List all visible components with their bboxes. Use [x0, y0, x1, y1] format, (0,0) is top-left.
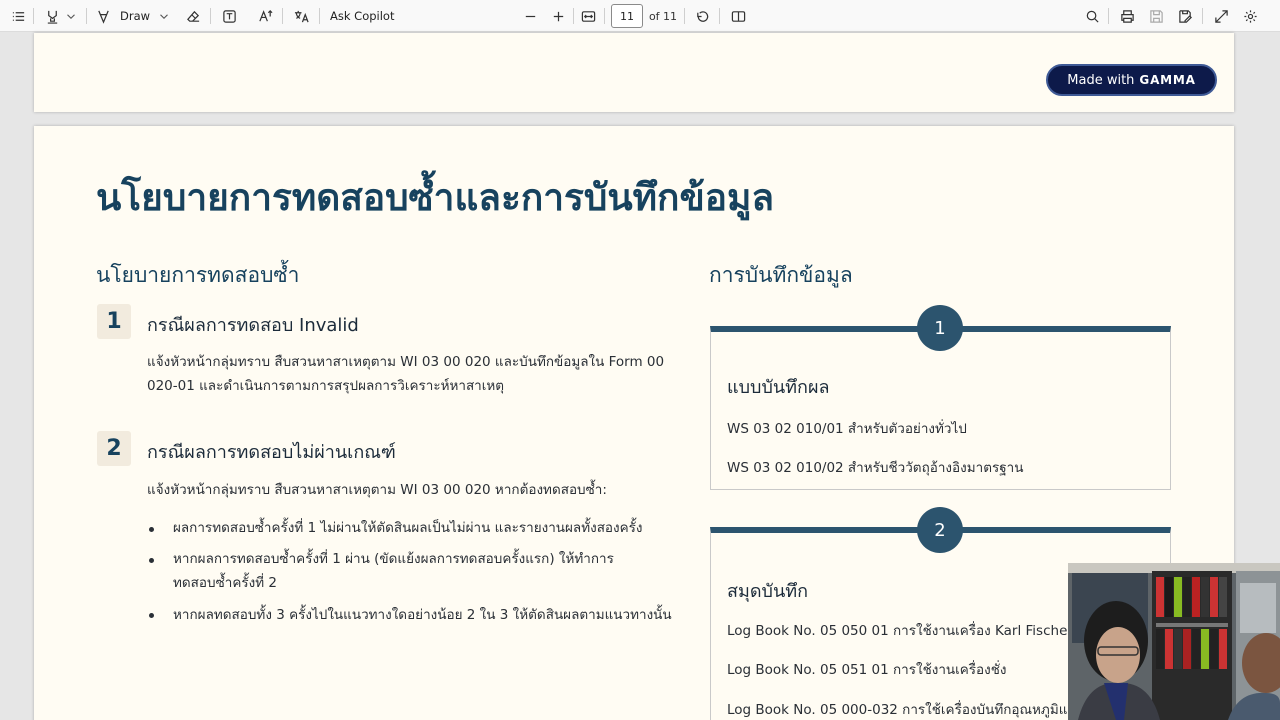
draw-label: Draw — [120, 9, 151, 23]
contents-button[interactable] — [8, 5, 28, 27]
case-1-number: 1 — [97, 304, 131, 339]
page-number-input[interactable]: 11 — [611, 4, 643, 28]
pdf-page-previous: Made with GAMMA — [34, 33, 1234, 112]
case-2-bullet-3: หากผลทดสอบทั้ง 3 ครั้งไปในแนวทางใดอย่างน… — [173, 607, 672, 623]
bullet-dot — [149, 558, 154, 563]
card-2-number: 2 — [917, 507, 963, 553]
webcam-scene — [1068, 563, 1280, 720]
card-1-number: 1 — [917, 305, 963, 351]
pdf-page-current: นโยบายการทดสอบซ้ำและการบันทึกข้อมูล นโยบ… — [34, 126, 1234, 720]
save-edit-icon — [1178, 9, 1192, 23]
two-page-icon — [731, 10, 745, 22]
zoom-out-button[interactable] — [521, 5, 539, 27]
fit-page-button[interactable] — [578, 5, 598, 27]
add-text-button[interactable] — [219, 5, 239, 27]
card-1-line-1: WS 03 02 010/01 สำหรับตัวอย่างทั่วไป — [727, 421, 967, 437]
rotate-icon — [696, 10, 708, 22]
highlight-button[interactable] — [42, 5, 62, 27]
card-1-title: แบบบันทึกผล — [727, 377, 830, 398]
case-2-body: แจ้งหัวหน้ากลุ่มทราบ สืบสวนหาสาเหตุตาม W… — [147, 482, 607, 498]
bullet-dot — [149, 613, 154, 618]
case-2-number: 2 — [97, 431, 131, 466]
pdf-toolbar: Draw Ask Copilot 11 of 11 — [0, 0, 1280, 32]
translate-button[interactable] — [291, 5, 311, 27]
text-box-icon — [222, 9, 236, 23]
chevron-down-icon — [67, 13, 75, 19]
ask-copilot-label: Ask Copilot — [330, 9, 395, 23]
slide-title: นโยบายการทดสอบซ้ำและการบันทึกข้อมูล — [96, 176, 775, 219]
badge-made-with: Made with — [1067, 72, 1135, 88]
rotate-button[interactable] — [692, 5, 712, 27]
webcam-overlay — [1068, 563, 1280, 720]
read-aloud-button[interactable] — [255, 5, 275, 27]
search-button[interactable] — [1082, 5, 1102, 27]
search-icon — [1086, 10, 1099, 23]
erase-button[interactable] — [184, 5, 202, 27]
card-1-line-2: WS 03 02 010/02 สำหรับชีววัตถุอ้างอิงมาต… — [727, 460, 1024, 476]
card-2-line-2: Log Book No. 05 051 01 การใช้งานเครื่องช… — [727, 662, 1007, 678]
save-button[interactable] — [1146, 5, 1166, 27]
print-button[interactable] — [1117, 5, 1137, 27]
left-heading: นโยบายการทดสอบซ้ำ — [96, 263, 300, 287]
case-2-bullet-2: หากผลการทดสอบซ้ำครั้งที่ 1 ผ่าน (ขัดแย้ง… — [173, 551, 614, 591]
page-view-button[interactable] — [728, 5, 748, 27]
save-icon — [1149, 9, 1163, 23]
gear-icon — [1243, 9, 1257, 23]
save-as-button[interactable] — [1175, 5, 1195, 27]
card-2-line-3: Log Book No. 05 000-032 การใช้เครื่องบัน… — [727, 702, 1076, 718]
translate-icon — [294, 10, 309, 22]
plus-icon — [553, 11, 563, 21]
eraser-icon — [186, 10, 199, 22]
chevron-down-icon — [160, 13, 168, 19]
fullscreen-button[interactable] — [1211, 5, 1231, 27]
pen-icon — [98, 10, 109, 24]
page-total: of 11 — [648, 5, 678, 27]
draw-dropdown[interactable] — [157, 5, 171, 27]
text-size-icon — [258, 9, 272, 21]
made-with-gamma-badge[interactable]: Made with GAMMA — [1046, 64, 1217, 96]
settings-button[interactable] — [1240, 5, 1260, 27]
case-2-title: กรณีผลการทดสอบไม่ผ่านเกณฑ์ — [147, 442, 396, 463]
list-icon — [12, 11, 24, 21]
highlighter-icon — [47, 10, 57, 24]
zoom-in-button[interactable] — [549, 5, 567, 27]
ask-copilot-button[interactable]: Ask Copilot — [330, 5, 395, 27]
highlight-dropdown[interactable] — [64, 5, 78, 27]
badge-brand: GAMMA — [1139, 73, 1196, 87]
page-total-label: of 11 — [648, 9, 678, 23]
card-2-title: สมุดบันทึก — [727, 581, 809, 602]
right-heading: การบันทึกข้อมูล — [709, 263, 853, 287]
printer-icon — [1120, 9, 1134, 23]
minus-icon — [525, 15, 535, 17]
card-2-line-1: Log Book No. 05 050 01 การใช้งานเครื่อง … — [727, 623, 1073, 639]
bullet-dot — [149, 527, 154, 532]
expand-icon — [1214, 9, 1228, 23]
fit-width-icon — [581, 10, 595, 22]
case-2-bullet-1: ผลการทดสอบซ้ำครั้งที่ 1 ไม่ผ่านให้ตัดสิน… — [173, 520, 643, 536]
draw-button[interactable]: Draw — [96, 5, 156, 27]
case-1-body: แจ้งหัวหน้ากลุ่มทราบ สืบสวนหาสาเหตุตาม W… — [147, 354, 665, 394]
case-1-title: กรณีผลการทดสอบ Invalid — [147, 315, 359, 336]
